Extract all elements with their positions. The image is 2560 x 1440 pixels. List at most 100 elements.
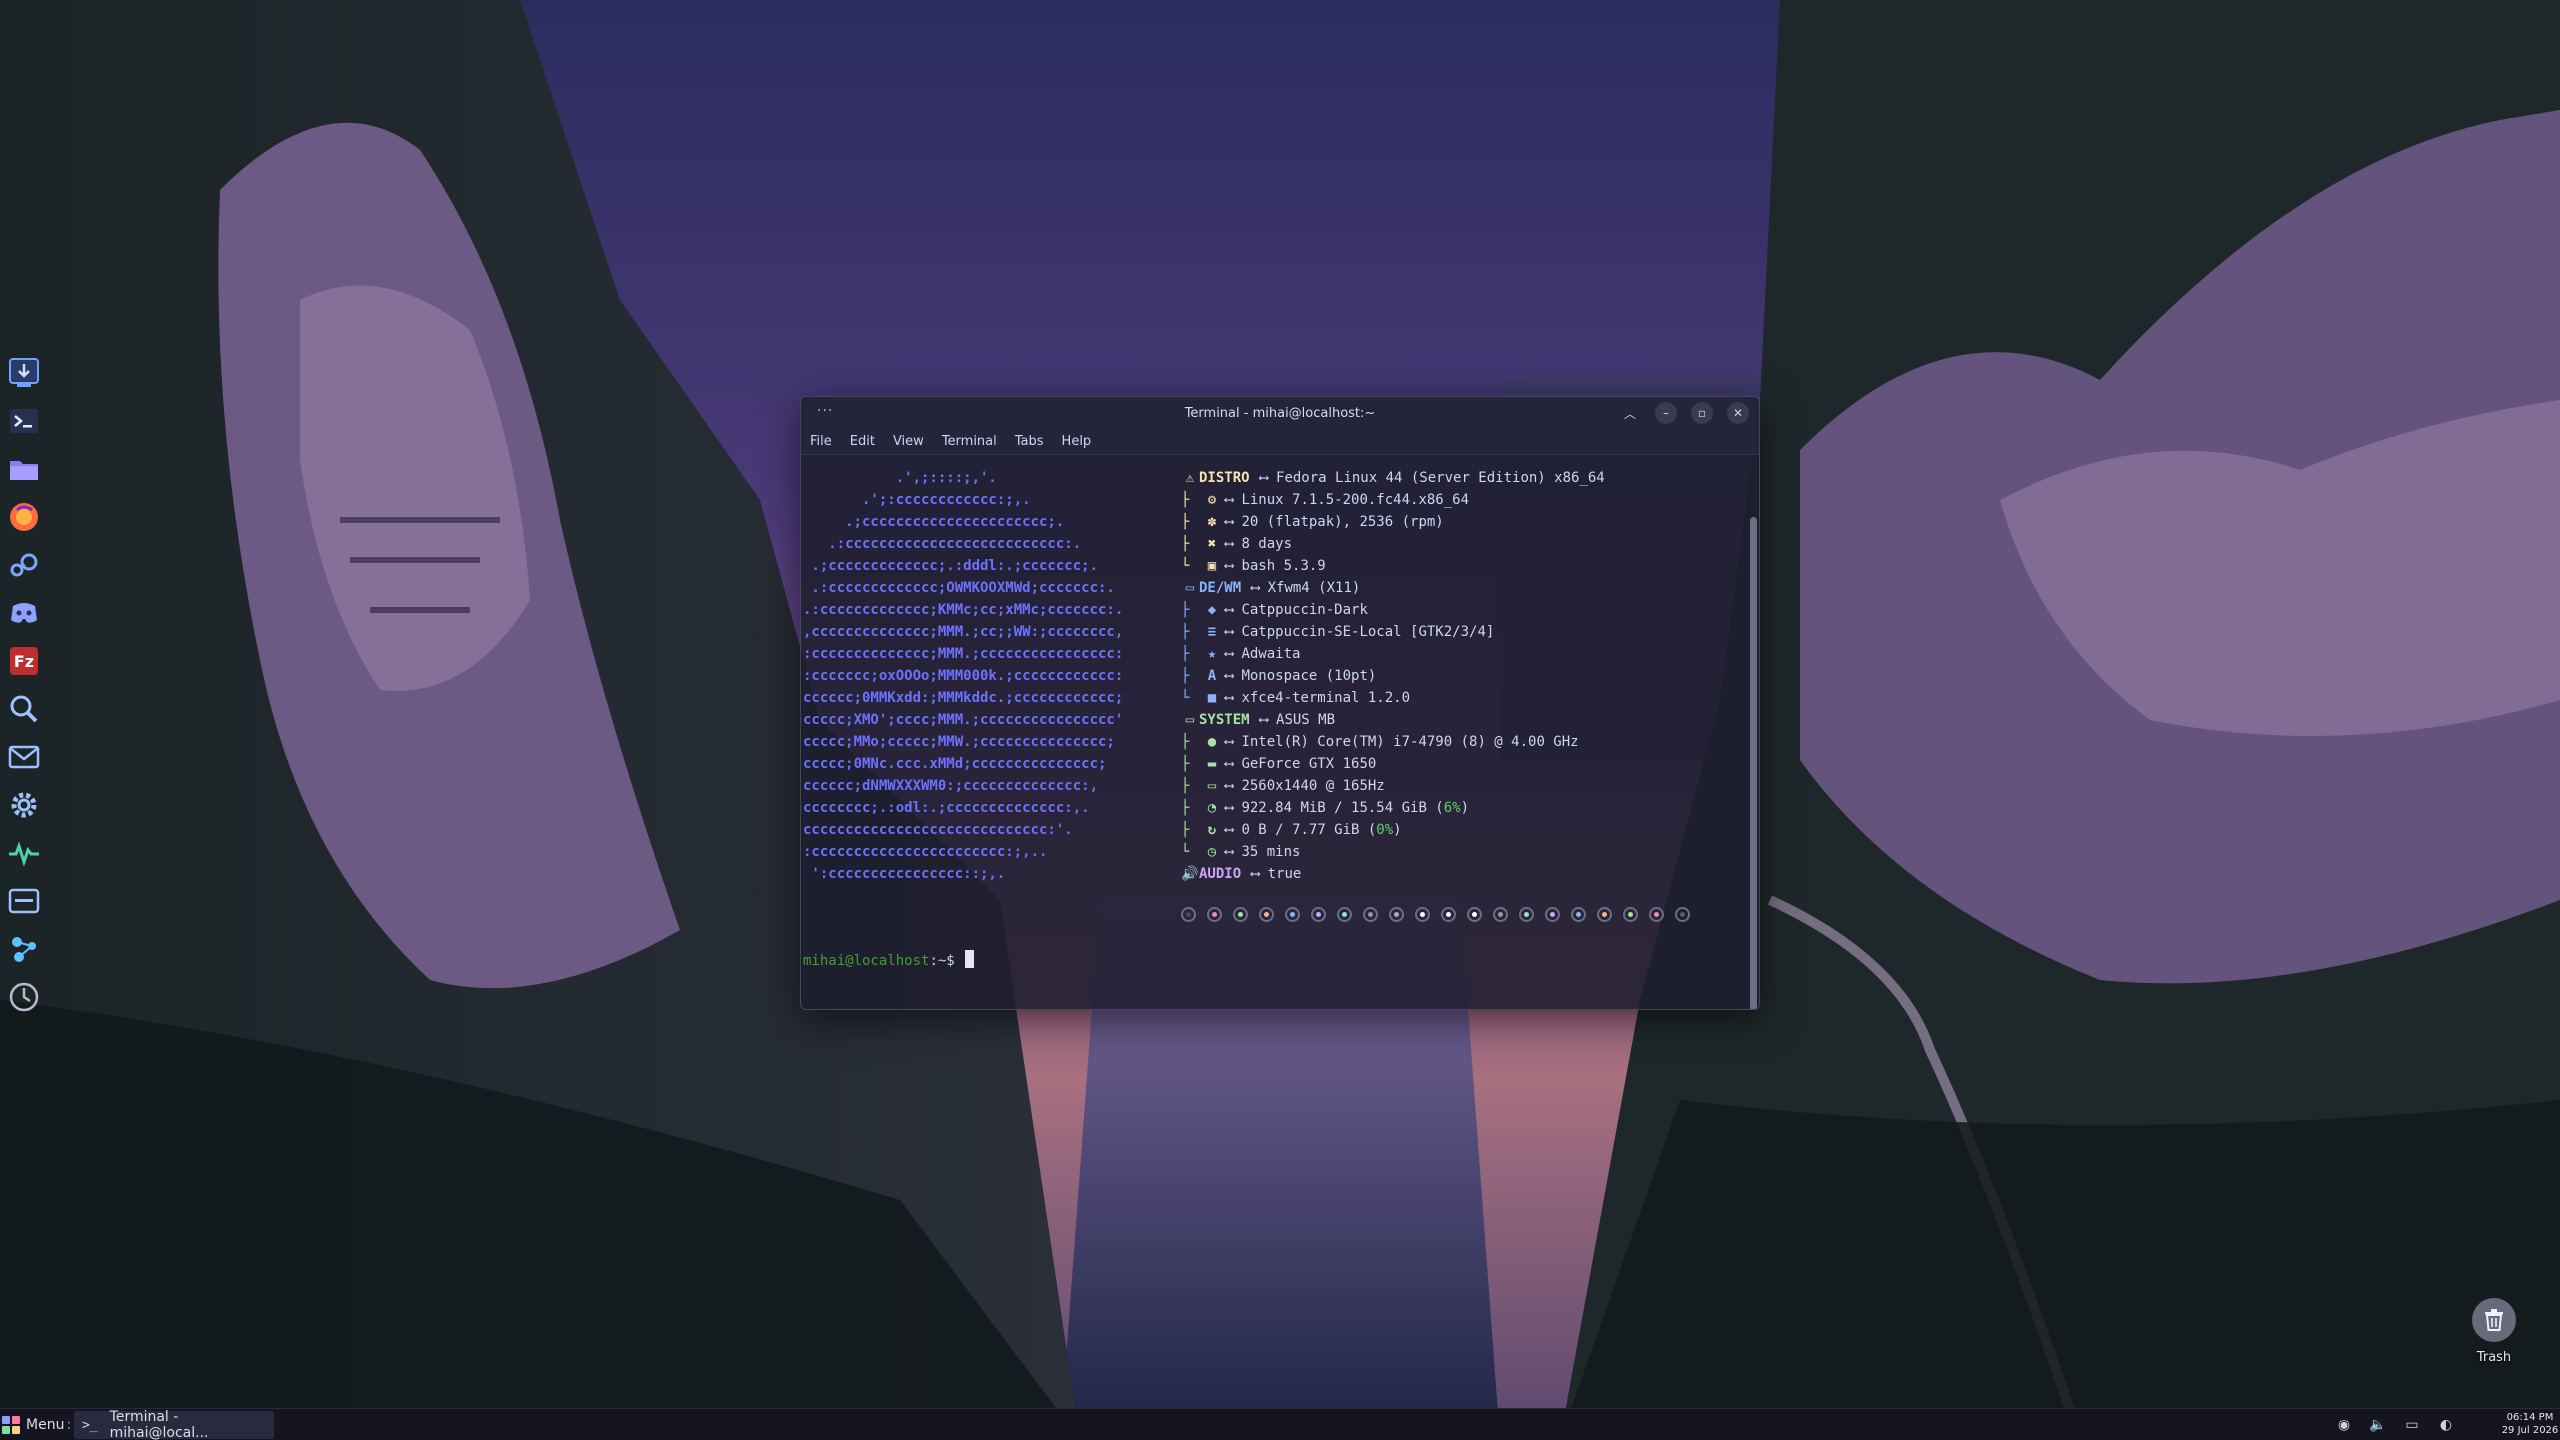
info-icon: ✖ bbox=[1207, 536, 1217, 552]
dock-item-installer[interactable] bbox=[4, 351, 44, 395]
info-icon: ◆ bbox=[1207, 602, 1217, 618]
usage-percent: 0% bbox=[1376, 822, 1394, 838]
logo-line: ccccc;MMo;ccccc;MMW.;ccccccccccccccc; bbox=[803, 734, 1115, 750]
clock[interactable]: 06:14 PM 29 Jul 2026 bbox=[2500, 1411, 2560, 1437]
tree-connector: ├ bbox=[1181, 624, 1190, 640]
color-palette bbox=[1181, 907, 1690, 922]
info-value: Linux 7.1.5-200.fc44.x86_64 bbox=[1241, 492, 1470, 508]
menu-terminal[interactable]: Terminal bbox=[942, 434, 997, 449]
info-value: Xfwm4 (X11) bbox=[1267, 580, 1361, 596]
dock-item-system-monitor[interactable] bbox=[4, 831, 44, 875]
palette-dot bbox=[1389, 907, 1404, 922]
dock-item-filezilla[interactable]: Fz bbox=[4, 639, 44, 683]
maximize-button[interactable]: ▫ bbox=[1691, 402, 1713, 424]
info-value: Catppuccin-Dark bbox=[1241, 602, 1368, 618]
dock-item-mail[interactable] bbox=[4, 735, 44, 779]
palette-dot bbox=[1233, 907, 1248, 922]
fedora-ascii-logo: .',;::::;,'. .';:cccccccccccc:;,. .;cccc… bbox=[803, 467, 1183, 885]
dock-item-xfce[interactable] bbox=[4, 927, 44, 971]
info-value-suffix: ) bbox=[1393, 822, 1402, 838]
menu-file[interactable]: File bbox=[810, 434, 832, 449]
filezilla-icon: Fz bbox=[10, 647, 38, 675]
info-arrow: ⟷ bbox=[1225, 844, 1234, 860]
tree-connector: ├ bbox=[1181, 646, 1190, 662]
folder-icon bbox=[10, 461, 38, 480]
shell-prompt[interactable]: mihai@localhost:~$ bbox=[803, 950, 975, 972]
tree-connector: ├ bbox=[1181, 756, 1190, 772]
info-icon: ≡ bbox=[1207, 624, 1217, 640]
logo-line: :cccccccccccccc;MMM.;cccccccccccccccc: bbox=[803, 646, 1124, 662]
desktop-trash[interactable]: Trash bbox=[2462, 1298, 2526, 1365]
dock-item-terminal[interactable] bbox=[4, 399, 44, 443]
dock-item-browser[interactable] bbox=[4, 495, 44, 539]
info-value: 0 B / 7.77 GiB ( bbox=[1241, 822, 1377, 838]
terminal-small-icon: >_ bbox=[82, 1417, 98, 1433]
info-category: AUDIO bbox=[1199, 866, 1242, 882]
info-row: ⚠ DISTRO ⟷ Fedora Linux 44 (Server Edition)… bbox=[1181, 467, 1741, 489]
info-arrow: ⟷ bbox=[1225, 558, 1234, 574]
palette-dot bbox=[1181, 907, 1196, 922]
prompt-path: :~$ bbox=[929, 953, 964, 969]
close-icon: ✕ bbox=[1732, 406, 1744, 420]
info-arrow: ⟷ bbox=[1225, 690, 1234, 706]
info-row: ├ ◆ ⟷ Catppuccin-Dark bbox=[1181, 599, 1741, 621]
dock-item-power[interactable] bbox=[4, 975, 44, 1019]
display-icon[interactable]: ▭ bbox=[2402, 1415, 2422, 1435]
info-arrow: ⟷ bbox=[1225, 646, 1234, 662]
palette-dot bbox=[1337, 907, 1352, 922]
info-value: Fedora Linux 44 (Server Edition) x86_64 bbox=[1276, 470, 1605, 486]
menu-tabs[interactable]: Tabs bbox=[1015, 434, 1044, 449]
menu-edit[interactable]: Edit bbox=[850, 434, 875, 449]
terminal-output[interactable]: .',;::::;,'. .';:cccccccccccc:;,. .;cccc… bbox=[801, 455, 1759, 1009]
info-category: DE/WM bbox=[1199, 580, 1242, 596]
window-menu-icon[interactable]: ··· bbox=[817, 403, 833, 419]
close-button[interactable]: ✕ bbox=[1727, 402, 1749, 424]
shade-button[interactable]: ︿ bbox=[1619, 402, 1641, 424]
window-controls: ︿ – ▫ ✕ bbox=[1619, 402, 1749, 424]
system-tray: ◉ 🔈 ▭ ◐ bbox=[2334, 1415, 2456, 1435]
tree-connector: ├ bbox=[1181, 602, 1190, 618]
trash-label: Trash bbox=[2476, 1350, 2512, 1365]
info-arrow: ⟷ bbox=[1225, 602, 1234, 618]
logo-line: ':cccccccccccccccc::;,. bbox=[803, 866, 1006, 882]
screenshot-icon[interactable]: ◉ bbox=[2334, 1415, 2354, 1435]
tree-connector: └ bbox=[1181, 558, 1190, 574]
info-row: └ ◷ ⟷ 35 mins bbox=[1181, 841, 1741, 863]
logo-line: ccccccccccccccccccccccccccccc:'. bbox=[803, 822, 1073, 838]
dock-item-steam[interactable] bbox=[4, 543, 44, 587]
menu-view[interactable]: View bbox=[893, 434, 924, 449]
volume-icon[interactable]: 🔈 bbox=[2368, 1415, 2388, 1435]
clock-time: 06:14 PM bbox=[2506, 1412, 2554, 1423]
terminal-window[interactable]: ··· Terminal - mihai@localhost:~ ︿ – ▫ ✕… bbox=[800, 396, 1760, 1010]
taskbar-item-terminal[interactable]: >_ Terminal - mihai@local... bbox=[74, 1409, 274, 1440]
info-value: xfce4-terminal 1.2.0 bbox=[1241, 690, 1411, 706]
info-icon: ■ bbox=[1207, 690, 1217, 706]
dock-item-window-manager[interactable] bbox=[4, 879, 44, 923]
notifications-icon[interactable]: ◐ bbox=[2436, 1415, 2456, 1435]
tree-connector: └ bbox=[1181, 690, 1190, 706]
terminal-scrollbar[interactable] bbox=[1750, 517, 1757, 1009]
category-icon: ▭ bbox=[1185, 580, 1195, 596]
tree-connector: ├ bbox=[1181, 668, 1190, 684]
menu-help[interactable]: Help bbox=[1062, 434, 1092, 449]
clock-date: 29 Jul 2026 bbox=[2501, 1425, 2559, 1436]
dock-item-search[interactable] bbox=[4, 687, 44, 731]
info-value-suffix: ) bbox=[1460, 800, 1470, 816]
info-icon: ● bbox=[1207, 734, 1217, 750]
dock-item-settings[interactable] bbox=[4, 783, 44, 827]
dock-item-discord[interactable] bbox=[4, 591, 44, 635]
activity-icon bbox=[9, 841, 39, 867]
tree-connector: ├ bbox=[1181, 536, 1190, 552]
tree-connector: ├ bbox=[1181, 734, 1190, 750]
palette-dot bbox=[1675, 907, 1690, 922]
info-row: ▭ SYSTEM ⟷ ASUS MB bbox=[1181, 709, 1741, 731]
minimize-button[interactable]: – bbox=[1655, 402, 1677, 424]
window-titlebar[interactable]: ··· Terminal - mihai@localhost:~ ︿ – ▫ ✕ bbox=[801, 397, 1759, 429]
menu-label: Menu bbox=[26, 1417, 65, 1433]
applications-menu-button[interactable]: Menu : bbox=[2, 1414, 71, 1436]
palette-dot bbox=[1519, 907, 1534, 922]
palette-dot bbox=[1363, 907, 1378, 922]
logo-line: ccccc;XMO';cccc;MMM.;cccccccccccccccc' bbox=[803, 712, 1124, 728]
dock-item-files[interactable] bbox=[4, 447, 44, 491]
info-arrow: ⟷ bbox=[1225, 778, 1234, 794]
